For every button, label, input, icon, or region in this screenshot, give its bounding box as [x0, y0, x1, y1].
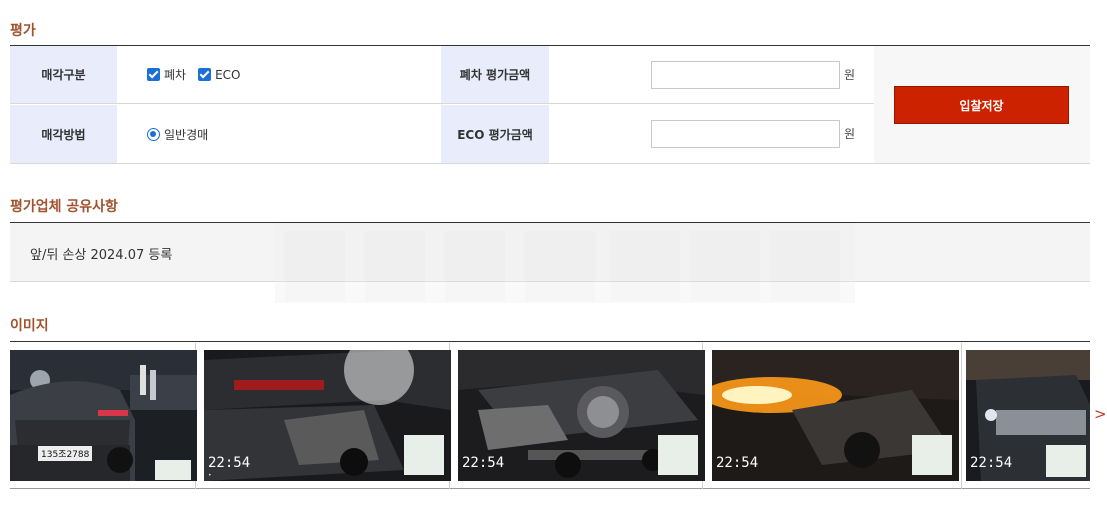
image-gallery: 135조2788 22:54 • 22:54 22:54 22:54: [10, 343, 1090, 489]
shared-notes-title: 평가업체 공유사항: [10, 199, 118, 215]
general-auction-radio[interactable]: [147, 127, 160, 141]
evaluation-table: 매각구분 폐차 ECO 폐차 평가금액 원 매각방법 일반경매 ECO 평가금액…: [10, 46, 1090, 164]
watermark-logo: [275, 223, 855, 303]
eco-amount-input[interactable]: [651, 120, 840, 148]
general-auction-label: 일반경매: [164, 127, 209, 142]
disposal-type-row: 매각구분 폐차 ECO 폐차 평가금액 원: [10, 46, 874, 104]
photo-timestamp: 22:54: [970, 455, 1013, 471]
shared-notes-text: 앞/뒤 손상 2024.07 등록: [30, 248, 173, 263]
gallery-next-icon[interactable]: >: [1094, 405, 1107, 423]
shared-notes-box: 앞/뒤 손상 2024.07 등록: [10, 223, 1090, 303]
bid-save-button[interactable]: 입찰저장: [894, 86, 1069, 124]
vehicle-photo-4[interactable]: 22:54: [712, 350, 959, 481]
scrap-checkbox-option[interactable]: 폐차: [147, 66, 186, 83]
eco-checkbox-option[interactable]: ECO: [198, 67, 241, 82]
disposal-method-label: 매각방법: [10, 105, 117, 163]
general-auction-radio-option[interactable]: 일반경매: [147, 126, 208, 143]
save-panel: 입찰저장: [874, 46, 1090, 163]
photo-timestamp: 22:54: [208, 455, 251, 471]
scrap-amount-input[interactable]: [651, 61, 840, 89]
images-title: 이미지: [10, 318, 49, 334]
scrap-checkbox-label: 폐차: [164, 68, 187, 82]
disposal-method-row: 매각방법 일반경매 ECO 평가금액 원: [10, 105, 874, 163]
disposal-type-options: 폐차 ECO: [147, 46, 241, 103]
disposal-method-options: 일반경매: [147, 105, 208, 163]
disposal-type-label: 매각구분: [10, 46, 117, 103]
gallery-divider: [961, 343, 962, 489]
photo-address-stamp: •: [208, 472, 212, 479]
license-plate: 135조2788: [38, 446, 93, 461]
eco-amount-label: ECO 평가금액: [441, 105, 549, 163]
eco-checkbox-label: ECO: [215, 67, 241, 82]
scrap-checkbox[interactable]: [147, 68, 160, 81]
photo-timestamp: 22:54: [716, 455, 759, 471]
scrap-amount-unit: 원: [844, 68, 856, 82]
vehicle-photo-1[interactable]: 135조2788: [10, 350, 197, 481]
vehicle-photo-3[interactable]: 22:54: [458, 350, 705, 481]
eco-checkbox[interactable]: [198, 68, 212, 81]
evaluation-title: 평가: [10, 23, 36, 39]
images-rule: [10, 341, 1090, 342]
vehicle-photo-2[interactable]: 22:54 •: [204, 350, 451, 481]
vehicle-photo-5[interactable]: 22:54: [966, 350, 1090, 481]
eco-amount-unit: 원: [844, 127, 856, 141]
photo-timestamp: 22:54: [462, 455, 505, 471]
scrap-amount-label: 폐차 평가금액: [441, 46, 549, 103]
